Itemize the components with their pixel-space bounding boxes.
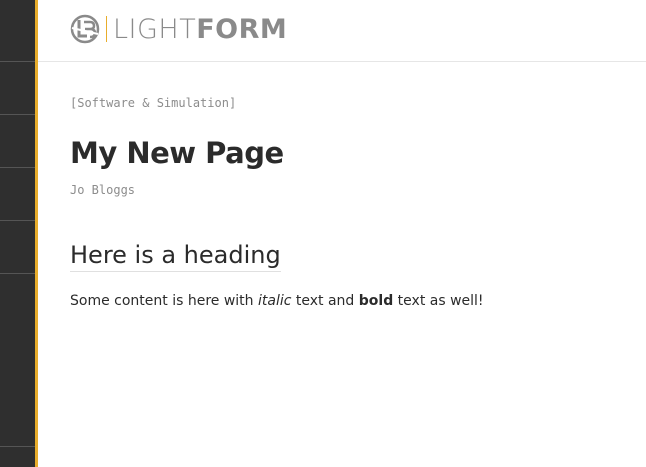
paragraph-bold-text: bold: [358, 293, 394, 309]
sidebar-divider: [0, 167, 35, 168]
page-title: My New Page: [70, 136, 284, 170]
sidebar-accent-bar: [35, 0, 38, 467]
paragraph-text: Some content is here with: [70, 293, 258, 309]
sidebar-divider: [0, 114, 35, 115]
logo-text-bold: FORM: [196, 13, 288, 45]
paragraph-text: text as well!: [393, 293, 484, 309]
logo-separator: [106, 16, 107, 42]
sidebar-divider: [0, 273, 35, 274]
lightform-logo-icon: [70, 14, 100, 44]
sidebar-divider: [0, 61, 35, 62]
paragraph-italic-text: italic: [258, 293, 292, 309]
logo-text-light: LIGHT: [113, 13, 197, 45]
page-category: [Software & Simulation]: [70, 96, 237, 110]
section-heading: Here is a heading: [70, 241, 281, 272]
paragraph-text: text and: [291, 293, 359, 309]
sidebar: [0, 0, 35, 467]
sidebar-divider: [0, 220, 35, 221]
content-paragraph: Some content is here with italic text an…: [70, 293, 484, 309]
logo-wordmark: LIGHTFORM: [113, 16, 287, 43]
page-author: Jo Bloggs: [70, 183, 136, 197]
site-logo[interactable]: LIGHTFORM: [70, 12, 287, 46]
sidebar-divider: [0, 446, 35, 447]
site-header: LIGHTFORM: [38, 0, 646, 62]
